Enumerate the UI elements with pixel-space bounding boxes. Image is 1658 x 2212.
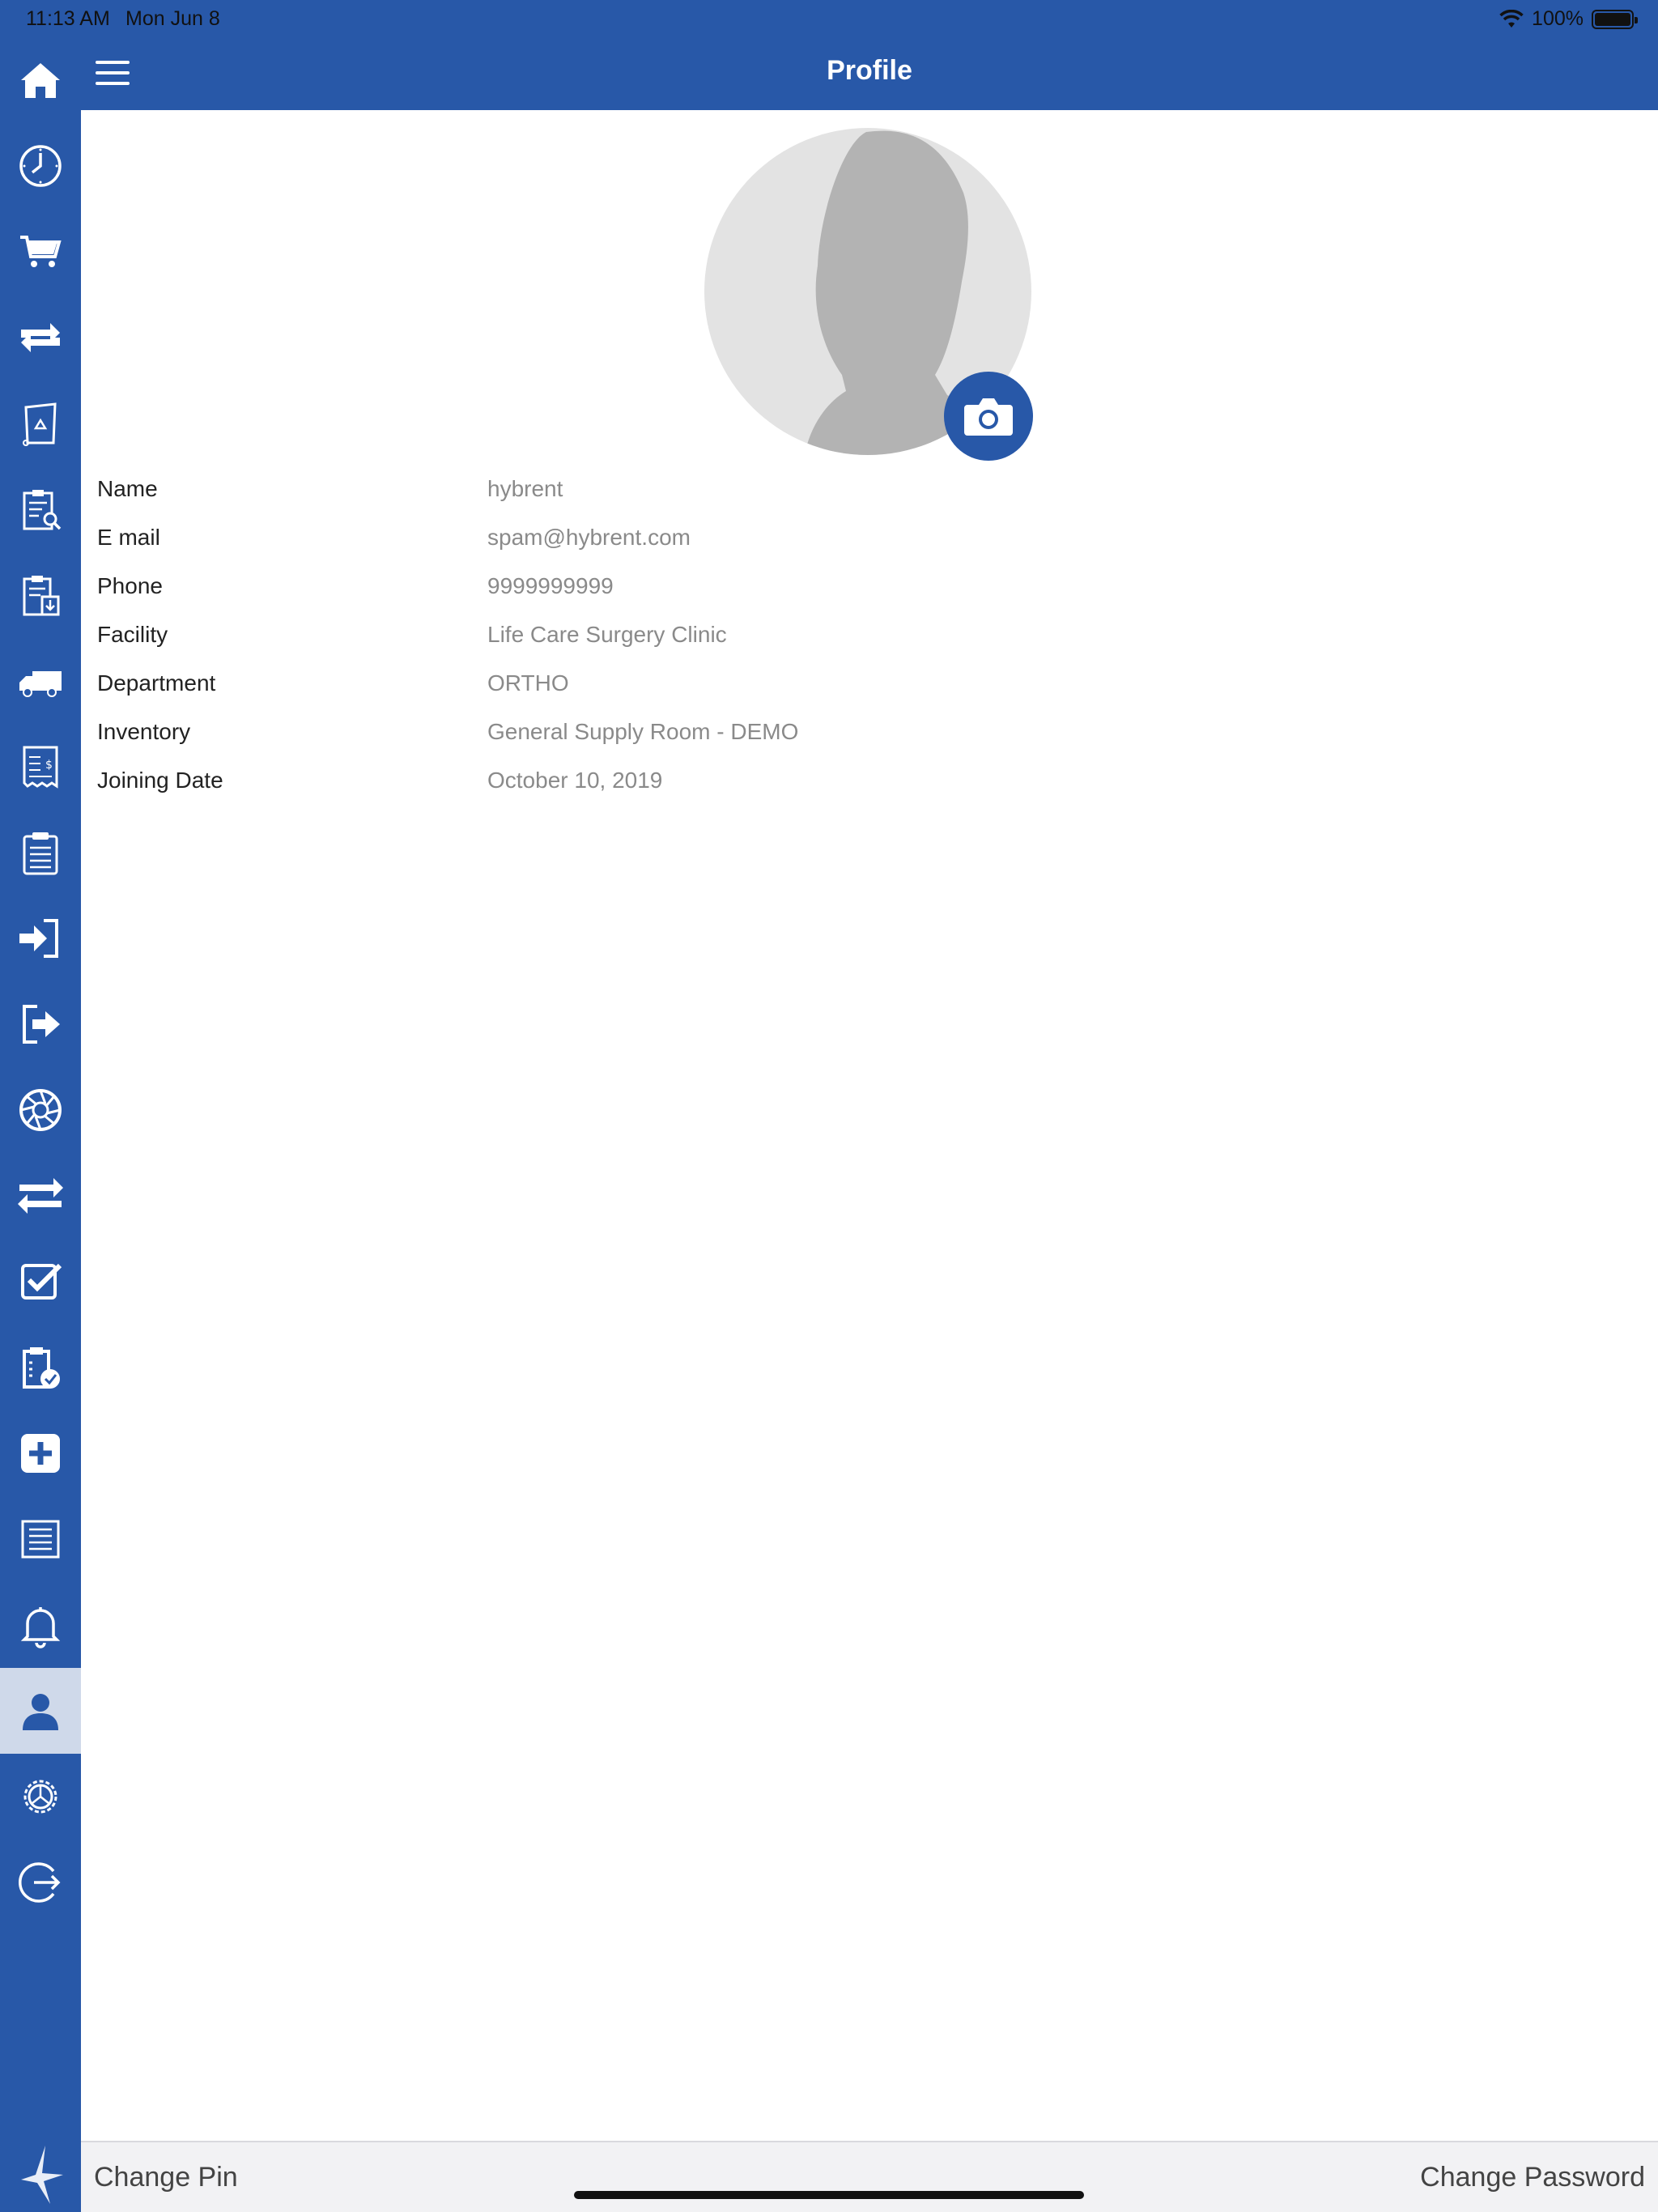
sidebar-item-invoice[interactable]: $ [0, 724, 81, 810]
change-pin-button[interactable]: Change Pin [94, 2162, 238, 2193]
field-value: General Supply Room - DEMO [487, 719, 799, 744]
field-value: ORTHO [487, 670, 569, 696]
bottom-toolbar: Change Pin Change Password [81, 2141, 1658, 2212]
invoice-icon: $ [23, 746, 58, 789]
gear-icon [23, 1780, 57, 1814]
clipboard-list-icon [23, 832, 58, 875]
cart-icon [20, 236, 62, 267]
brand-logo-icon [21, 2146, 63, 2204]
top-bar: Profile [81, 37, 1658, 110]
field-value: spam@hybrent.com [487, 525, 691, 550]
profile-content: Name hybrent E mail spam@hybrent.com Pho… [81, 110, 1658, 2141]
sidebar-item-logout[interactable] [0, 1840, 81, 1925]
sidebar-item-clipboard-check[interactable] [0, 1325, 81, 1410]
sidebar-item-swap[interactable] [0, 295, 81, 381]
field-label: Phone [97, 573, 163, 598]
profile-photo [704, 128, 1033, 461]
status-bar: 11:13 AM Mon Jun 8 100% [0, 0, 1658, 37]
plus-square-icon [21, 1434, 60, 1473]
list-document-icon [21, 1520, 60, 1559]
sign-in-icon [19, 919, 58, 958]
field-label: Department [97, 670, 216, 696]
sidebar-item-profile[interactable] [0, 1668, 81, 1754]
swap-icon [21, 323, 60, 352]
sidebar-item-aperture[interactable] [0, 1067, 81, 1153]
clipboard-download-icon [23, 576, 60, 616]
sidebar-item-list[interactable] [0, 1496, 81, 1582]
aperture-icon [19, 1089, 62, 1131]
field-value: October 10, 2019 [487, 768, 663, 793]
home-indicator[interactable] [574, 2191, 1084, 2199]
sidebar-item-checkbox[interactable] [0, 1239, 81, 1325]
field-label: Inventory [97, 719, 191, 744]
clipboard-search-icon [23, 490, 62, 530]
truck-icon [19, 671, 62, 697]
sidebar-item-recycle[interactable] [0, 381, 81, 466]
sidebar-item-sign-in[interactable] [0, 895, 81, 981]
sidebar-item-home[interactable] [0, 37, 81, 123]
recycle-icon [23, 402, 57, 446]
sidebar-item-clock[interactable] [0, 123, 81, 209]
sidebar-item-transfer[interactable] [0, 1153, 81, 1239]
sidebar-item-add[interactable] [0, 1410, 81, 1496]
user-icon [23, 1694, 58, 1730]
wifi-icon [1499, 9, 1524, 28]
sidebar-item-settings[interactable] [0, 1754, 81, 1840]
battery-icon [1592, 9, 1638, 29]
logout-icon [19, 1862, 61, 1903]
clock-icon [19, 145, 62, 187]
camera-icon [964, 398, 1013, 436]
field-value: Life Care Surgery Clinic [487, 622, 727, 647]
sidebar-item-clipboard-download[interactable] [0, 552, 81, 638]
status-time: 11:13 AM [26, 7, 110, 30]
field-value: 9999999999 [487, 573, 614, 598]
clipboard-check-icon [23, 1347, 60, 1389]
page-title: Profile [827, 55, 912, 86]
field-label: E mail [97, 525, 160, 550]
field-label: Facility [97, 622, 168, 647]
home-icon [21, 63, 60, 98]
sidebar-item-sign-out[interactable] [0, 981, 81, 1067]
sidebar-item-truck[interactable] [0, 638, 81, 724]
field-label: Name [97, 476, 158, 501]
transfer-arrows-icon [18, 1178, 63, 1214]
field-label: Joining Date [97, 768, 223, 793]
bell-icon [20, 1607, 61, 1648]
status-date: Mon Jun 8 [125, 7, 220, 30]
sidebar-item-notifications[interactable] [0, 1582, 81, 1668]
change-password-button[interactable]: Change Password [1420, 2162, 1645, 2193]
camera-button[interactable] [944, 372, 1033, 461]
sidebar-item-cart[interactable] [0, 209, 81, 295]
sign-out-icon [23, 1005, 60, 1044]
checkbox-icon [21, 1263, 62, 1300]
status-indicators: 100% [1499, 7, 1638, 31]
field-value: hybrent [487, 476, 563, 501]
svg-text:$: $ [45, 759, 53, 772]
battery-percent: 100% [1532, 7, 1584, 30]
sidebar: $ [0, 37, 81, 2212]
sidebar-item-clipboard-search[interactable] [0, 466, 81, 552]
sidebar-item-clipboard-list[interactable] [0, 810, 81, 895]
